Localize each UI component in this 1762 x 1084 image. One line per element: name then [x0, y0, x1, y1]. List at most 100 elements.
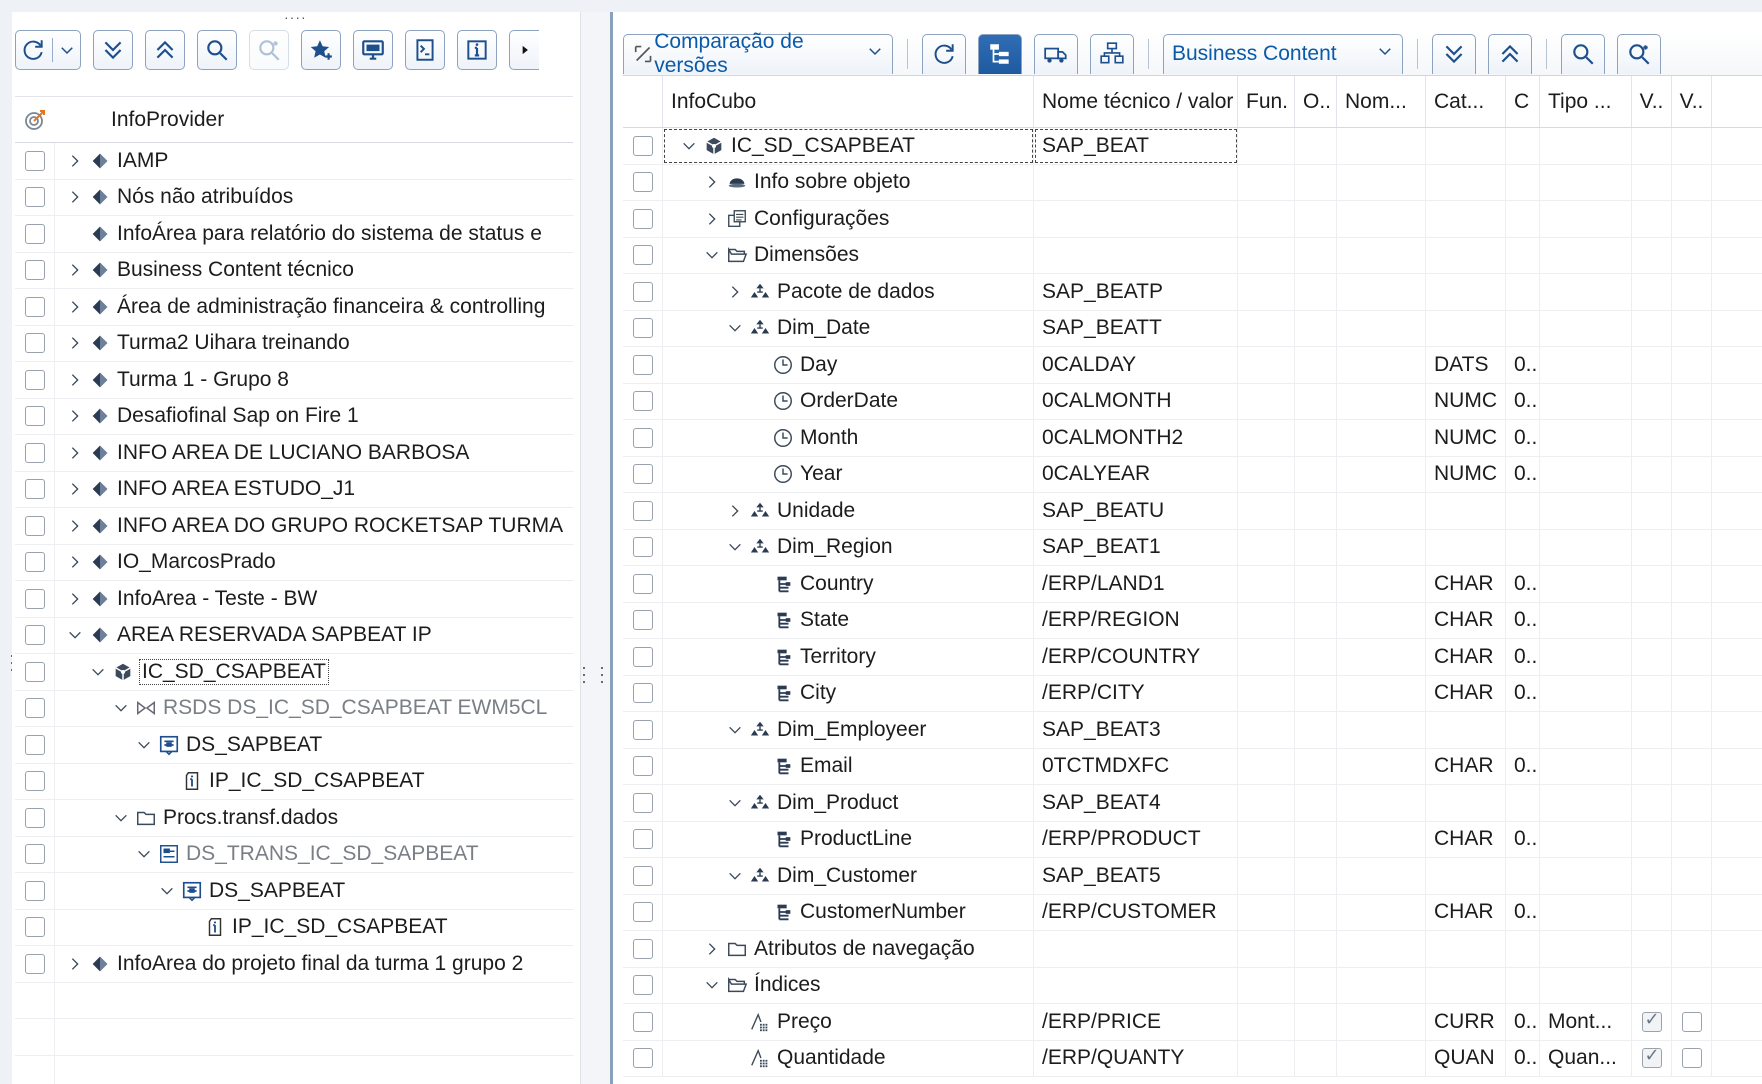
chevron-down-icon[interactable] — [723, 868, 747, 884]
chevron-down-icon[interactable] — [132, 737, 156, 753]
row-checkbox[interactable] — [24, 661, 45, 682]
node-name[interactable]: Info sobre objeto — [754, 170, 910, 194]
col-header-fun[interactable]: Fun. — [1238, 76, 1295, 127]
tree-row[interactable]: Nós não atribuídos — [15, 179, 573, 216]
grid-row[interactable]: Pacote de dados SAP_BEATP — [623, 274, 1762, 311]
v2-checkbox[interactable] — [1681, 1048, 1702, 1069]
node-name[interactable]: Dim_Product — [777, 791, 898, 815]
row-checkbox[interactable] — [24, 917, 45, 938]
tree-node-label[interactable]: InfoÁrea para relatório do sistema de st… — [117, 222, 542, 246]
tree-row[interactable]: InfoÁrea para relatório do sistema de st… — [15, 216, 573, 253]
tree-node-label[interactable]: Turma2 Uihara treinando — [117, 331, 350, 355]
row-checkbox[interactable] — [24, 369, 45, 390]
tree-node-label[interactable]: InfoArea - Teste - BW — [117, 587, 317, 611]
grid-row[interactable]: Dim_Date SAP_BEATT — [623, 310, 1762, 347]
node-name[interactable]: ProductLine — [800, 827, 912, 851]
row-checkbox[interactable] — [24, 807, 45, 828]
grid-row[interactable]: Atributos de navegação — [623, 931, 1762, 968]
col-header-o[interactable]: O.. — [1295, 76, 1337, 127]
grid-row[interactable]: Preço/ERP/PRICE CURR0...Mont... — [623, 1004, 1762, 1041]
chevron-down-icon[interactable] — [132, 846, 156, 862]
tree-node-label[interactable]: AREA RESERVADA SAPBEAT IP — [117, 623, 432, 647]
row-checkbox[interactable] — [632, 245, 653, 266]
node-name[interactable]: Configurações — [754, 207, 889, 231]
grid-row[interactable]: IC_SD_CSAPBEAT SAP_BEAT — [623, 128, 1762, 165]
search-button[interactable] — [1561, 33, 1605, 74]
row-checkbox[interactable] — [632, 281, 653, 302]
grid-row[interactable]: Dim_Region SAP_BEAT1 — [623, 529, 1762, 566]
tree-row[interactable]: DS_SAPBEAT — [15, 873, 573, 910]
col-header-c[interactable]: C — [1506, 76, 1540, 127]
node-name[interactable]: City — [800, 681, 836, 705]
grid-row[interactable]: Territory/ERP/COUNTRY CHAR0... — [623, 639, 1762, 676]
tree-node-label[interactable]: IAMP — [117, 149, 168, 173]
node-name[interactable]: Dim_Date — [777, 316, 870, 340]
row-checkbox[interactable] — [632, 756, 653, 777]
row-checkbox[interactable] — [632, 391, 653, 412]
chevron-down-icon[interactable] — [677, 138, 701, 154]
node-name[interactable]: Dimensões — [754, 243, 859, 267]
grid-row[interactable]: Configurações — [623, 201, 1762, 238]
hierarchy-view-button[interactable] — [978, 33, 1022, 74]
chevron-right-icon[interactable] — [700, 941, 724, 957]
row-checkbox[interactable] — [24, 734, 45, 755]
row-checkbox[interactable] — [24, 223, 45, 244]
grid-row[interactable]: Dim_Customer SAP_BEAT5 — [623, 858, 1762, 895]
node-name[interactable]: Month — [800, 426, 858, 450]
col-header-nom[interactable]: Nom... — [1337, 76, 1426, 127]
search-next-button[interactable] — [1617, 33, 1661, 74]
search-next-button[interactable] — [249, 30, 289, 70]
grid-row[interactable]: Dimensões — [623, 237, 1762, 274]
row-checkbox[interactable] — [24, 844, 45, 865]
v1-checkbox[interactable] — [1641, 1045, 1662, 1069]
chevron-right-icon[interactable] — [63, 189, 87, 205]
node-name[interactable]: Índices — [754, 973, 821, 997]
tree-row[interactable]: Desafiofinal Sap on Fire 1 — [15, 398, 573, 435]
chevron-right-icon[interactable] — [723, 503, 747, 519]
node-name[interactable]: Country — [800, 572, 874, 596]
tree-row[interactable]: IAMP — [15, 143, 573, 180]
tree-row[interactable]: Turma2 Uihara treinando — [15, 325, 573, 362]
chevron-right-icon[interactable] — [63, 262, 87, 278]
node-name[interactable]: Atributos de navegação — [754, 937, 975, 961]
row-checkbox[interactable] — [632, 792, 653, 813]
grid-row[interactable]: OrderDate 0CALMONTH NUMC0... — [623, 383, 1762, 420]
tree-node-label[interactable]: IO_MarcosPrado — [117, 550, 276, 574]
col-header-nome-tecnico[interactable]: Nome técnico / valor — [1034, 76, 1238, 127]
row-checkbox[interactable] — [632, 865, 653, 886]
col-header-tipo[interactable]: Tipo ... — [1540, 76, 1632, 127]
row-checkbox[interactable] — [632, 354, 653, 375]
col-header-v1[interactable]: V.. — [1632, 76, 1672, 127]
tree-node-label[interactable]: DS_SAPBEAT — [209, 879, 345, 903]
chevron-right-icon[interactable] — [63, 408, 87, 424]
refresh-button[interactable] — [922, 33, 966, 74]
grid-row[interactable]: Unidade SAP_BEATU — [623, 493, 1762, 530]
node-name[interactable]: IC_SD_CSAPBEAT — [731, 134, 915, 158]
business-content-dropdown[interactable]: Business Content — [1163, 33, 1403, 74]
tree-node-label[interactable]: INFO AREA ESTUDO_J1 — [117, 477, 355, 501]
row-checkbox[interactable] — [632, 610, 653, 631]
chevron-down-icon[interactable] — [109, 810, 133, 826]
tree-node-label[interactable]: DS_TRANS_IC_SD_SAPBEAT — [186, 842, 479, 866]
col-header-infocubo[interactable]: InfoCubo — [663, 76, 1034, 127]
node-name[interactable]: Year — [800, 462, 842, 486]
top-grip[interactable]: ···· — [284, 10, 307, 24]
grid-row[interactable]: Info sobre objeto — [623, 164, 1762, 201]
filter-button[interactable] — [405, 30, 445, 70]
chevron-down-icon[interactable] — [63, 627, 87, 643]
row-checkbox[interactable] — [24, 442, 45, 463]
chevron-right-icon[interactable] — [63, 518, 87, 534]
row-checkbox[interactable] — [24, 588, 45, 609]
col-header-v2[interactable]: V.. — [1672, 76, 1712, 127]
tree-node-label[interactable]: Área de administração financeira & contr… — [117, 295, 545, 319]
row-checkbox[interactable] — [632, 829, 653, 850]
grid-row[interactable]: Dim_Employeer SAP_BEAT3 — [623, 712, 1762, 749]
row-checkbox[interactable] — [24, 187, 45, 208]
tree-row[interactable]: IO_MarcosPrado — [15, 544, 573, 581]
more-button[interactable] — [509, 30, 539, 70]
row-checkbox[interactable] — [632, 135, 653, 156]
tree-node-label[interactable]: IP_IC_SD_CSAPBEAT — [232, 915, 448, 939]
chevron-down-icon[interactable] — [723, 722, 747, 738]
node-name[interactable]: Dim_Region — [777, 535, 893, 559]
structure-button[interactable] — [1090, 33, 1134, 74]
